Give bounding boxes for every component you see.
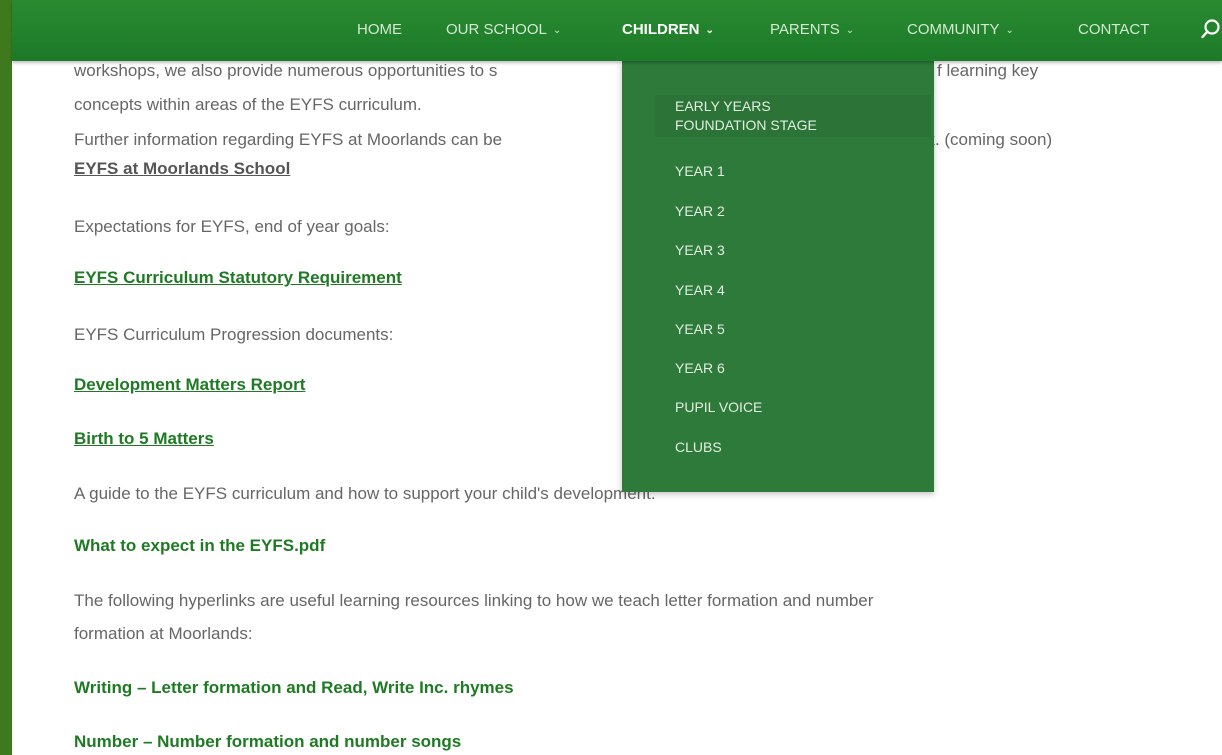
- nav-community[interactable]: COMMUNITY ⌄: [907, 20, 1014, 40]
- children-dropdown-menu: EARLY YEARS FOUNDATION STAGE YEAR 1 YEAR…: [622, 61, 934, 492]
- writing-letter-formation-link[interactable]: Writing – Letter formation and Read, Wri…: [74, 678, 514, 698]
- nav-parents[interactable]: PARENTS ⌄: [770, 20, 854, 40]
- intro-text-line3-left: Further information regarding EYFS at Mo…: [74, 130, 503, 149]
- dropdown-item-clubs[interactable]: CLUBS: [675, 438, 722, 457]
- chevron-down-icon: ⌄: [845, 25, 855, 36]
- intro-text-line3-right: nk. (coming soon): [917, 130, 1053, 149]
- page-content: workshops, we also provide numerous oppo…: [12, 61, 1222, 755]
- search-icon[interactable]: [1200, 18, 1222, 40]
- progression-text: EYFS Curriculum Progression documents:: [74, 325, 394, 344]
- nav-children[interactable]: CHILDREN ⌄: [622, 20, 714, 40]
- nav-home[interactable]: HOME: [357, 20, 402, 40]
- dropdown-item-eyfs-line2: FOUNDATION STAGE: [675, 117, 817, 133]
- nav-contact-label: CONTACT: [1078, 21, 1150, 38]
- chevron-down-icon: ⌄: [1005, 25, 1014, 36]
- dropdown-item-eyfs-line1: EARLY YEARS: [675, 98, 771, 114]
- nav-community-label: COMMUNITY: [907, 21, 1000, 38]
- dropdown-item-year-2[interactable]: YEAR 2: [675, 202, 725, 221]
- nav-parents-label: PARENTS: [770, 21, 840, 38]
- nav-children-label: CHILDREN: [622, 21, 700, 38]
- expectations-text: Expectations for EYFS, end of year goals…: [74, 217, 390, 236]
- dropdown-item-year-1[interactable]: YEAR 1: [675, 162, 725, 181]
- intro-text-line2: concepts within areas of the EYFS curric…: [74, 95, 422, 114]
- number-formation-link[interactable]: Number – Number formation and number son…: [74, 732, 461, 752]
- dropdown-item-eyfs[interactable]: EARLY YEARS FOUNDATION STAGE: [655, 95, 931, 137]
- intro-text-left: workshops, we also provide numerous oppo…: [74, 61, 498, 80]
- hyperlinks-text-line2: formation at Moorlands:: [74, 624, 253, 643]
- guide-text: A guide to the EYFS curriculum and how t…: [74, 484, 656, 503]
- eyfs-at-moorlands-link[interactable]: EYFS at Moorlands School: [74, 159, 290, 179]
- statutory-requirement-link[interactable]: EYFS Curriculum Statutory Requirement: [74, 268, 402, 288]
- chevron-down-icon: ⌄: [552, 25, 562, 36]
- dropdown-item-year-3[interactable]: YEAR 3: [675, 241, 725, 260]
- nav-our-school[interactable]: OUR SCHOOL ⌄: [446, 20, 561, 40]
- intro-text-right: f learning key: [937, 61, 1039, 80]
- dropdown-item-year-6[interactable]: YEAR 6: [675, 359, 725, 378]
- nav-contact[interactable]: CONTACT: [1078, 20, 1149, 40]
- what-to-expect-link[interactable]: What to expect in the EYFS.pdf: [74, 536, 325, 556]
- nav-home-label: HOME: [357, 21, 402, 38]
- chevron-down-icon: ⌄: [705, 25, 714, 36]
- birth-to-5-matters-link[interactable]: Birth to 5 Matters: [74, 429, 214, 449]
- main-navbar: HOME OUR SCHOOL ⌄ CHILDREN ⌄ PARENTS ⌄ COMM…: [12, 0, 1222, 61]
- dropdown-item-pupil-voice[interactable]: PUPIL VOICE: [675, 398, 762, 417]
- dropdown-item-year-4[interactable]: YEAR 4: [675, 281, 725, 300]
- development-matters-link[interactable]: Development Matters Report: [74, 375, 305, 395]
- dropdown-item-year-5[interactable]: YEAR 5: [675, 320, 725, 339]
- hyperlinks-text-line1: The following hyperlinks are useful lear…: [74, 591, 874, 610]
- nav-our-school-label: OUR SCHOOL: [446, 21, 547, 38]
